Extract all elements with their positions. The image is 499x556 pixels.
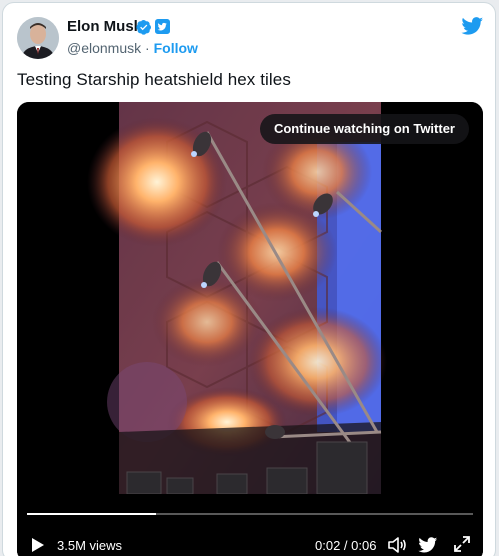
video-player[interactable]: Continue watching on Twitter 3.5M views … (17, 102, 483, 556)
progress-bar[interactable] (27, 513, 473, 515)
tweet-text: Testing Starship heatshield hex tiles (17, 70, 291, 89)
play-icon[interactable] (31, 537, 45, 553)
twitter-blue-badge-icon (155, 19, 170, 34)
separator: · (145, 40, 150, 56)
view-count: 3.5M views (57, 538, 123, 553)
volume-icon[interactable] (387, 536, 407, 554)
continue-watching-button[interactable]: Continue watching on Twitter (259, 114, 469, 144)
handle-row: @elonmusk · Follow (67, 40, 198, 56)
video-frame (17, 102, 483, 556)
tweet-card: Elon Musk @elonmusk · Follow Testing Sta… (2, 2, 496, 556)
twitter-bird-icon[interactable] (418, 537, 438, 553)
avatar[interactable] (17, 17, 59, 59)
progress-fill (27, 513, 157, 515)
twitter-bird-icon[interactable] (460, 15, 485, 37)
verified-badge-icon (136, 20, 151, 35)
video-time: 0:02 / 0:06 (315, 538, 377, 553)
author-handle[interactable]: @elonmusk (67, 40, 141, 56)
video-controls: 3.5M views 0:02 / 0:06 (17, 528, 483, 556)
follow-link[interactable]: Follow (154, 40, 198, 56)
author-name[interactable]: Elon Musk (67, 18, 142, 35)
expand-icon[interactable] (453, 535, 471, 553)
